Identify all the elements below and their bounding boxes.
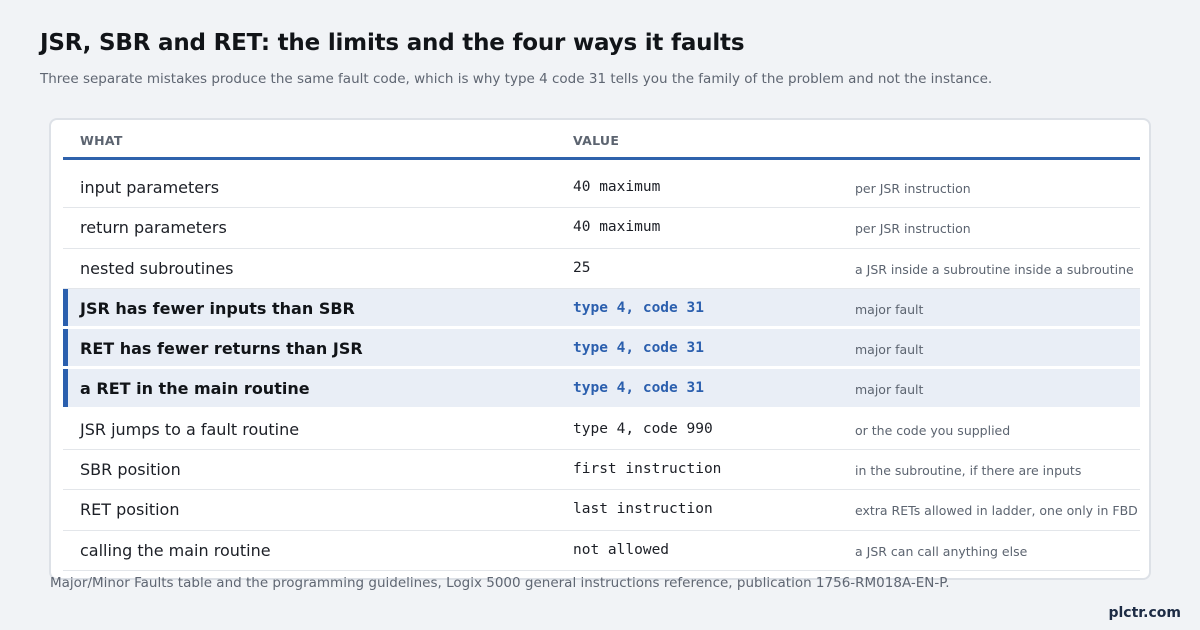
cell-what: RET has fewer returns than JSR [80, 339, 363, 359]
cell-value: 25 [573, 259, 591, 276]
cell-what: input parameters [80, 178, 220, 197]
page-title: JSR, SBR and RET: the limits and the fou… [40, 30, 745, 56]
brand-logo-text[interactable]: plctr.com [1108, 605, 1181, 621]
table-row: RET position last instruction extra RETs a… [63, 490, 1140, 531]
cell-note: major fault [855, 342, 924, 358]
cell-note: major fault [855, 301, 924, 317]
cell-value: first instruction [573, 461, 722, 478]
cell-what: JSR jumps to a fault routine [80, 419, 300, 439]
cell-value: type 4, code 31 [573, 340, 704, 357]
cell-note: in the subroutine, if there are inputs [855, 463, 1082, 479]
cell-what: JSR has fewer inputs than SBR [80, 298, 355, 318]
cell-note: a JSR can call anything else [855, 543, 1028, 559]
cell-value: last instruction [573, 501, 713, 518]
table-row: return parameters 40 maximum per JSR instr… [63, 208, 1140, 249]
table-header: WHAT VALUE [63, 120, 1140, 160]
table-row: calling the main routine not allowed a JSR… [63, 531, 1140, 571]
column-header-what: WHAT [80, 133, 123, 148]
column-header-value: VALUE [573, 133, 620, 148]
cell-note: or the code you supplied [855, 422, 1011, 438]
cell-note: major fault [855, 382, 924, 398]
cell-note: extra RETs allowed in ladder, one only i… [855, 503, 1138, 519]
table-row: input parameters 40 maximum per JSR instru… [63, 168, 1140, 209]
source-footnote: Major/Minor Faults table and the program… [50, 575, 950, 591]
cell-note: a JSR inside a subroutine inside a subro… [855, 261, 1134, 277]
cell-note: per JSR instruction [855, 181, 971, 196]
cell-value: 40 maximum [573, 179, 661, 195]
cell-what: return parameters [80, 218, 227, 238]
table-row-fault: JSR has fewer inputs than SBR type 4, cod… [63, 288, 1140, 330]
cell-note: per JSR instruction [855, 221, 971, 237]
cell-value: type 4, code 990 [573, 420, 713, 437]
cell-what: calling the main routine [80, 540, 271, 560]
cell-what: SBR position [80, 460, 181, 480]
cell-what: RET position [80, 500, 180, 520]
cell-value: 40 maximum [573, 219, 661, 236]
table-row: nested subroutines 25 a JSR inside a subro… [63, 249, 1140, 289]
table-body: input parameters 40 maximum per JSR instru… [63, 168, 1140, 571]
page-subtitle: Three separate mistakes produce the same… [40, 71, 993, 87]
table-row: JSR jumps to a fault routine type 4, code… [63, 410, 1140, 451]
cell-value: not allowed [573, 541, 670, 558]
cell-what: a RET in the main routine [80, 379, 310, 399]
table-row-fault: RET has fewer returns than JSR type 4, co… [63, 329, 1140, 370]
table-row-fault: a RET in the main routine type 4, code 31… [63, 369, 1140, 410]
cell-value: type 4, code 31 [573, 380, 704, 397]
table-row: SBR position first instruction in the subr… [63, 450, 1140, 491]
limits-table-card: WHAT VALUE input parameters 40 maximum per… [49, 118, 1151, 580]
cell-what: nested subroutines [80, 258, 234, 278]
cell-value: type 4, code 31 [573, 299, 704, 316]
